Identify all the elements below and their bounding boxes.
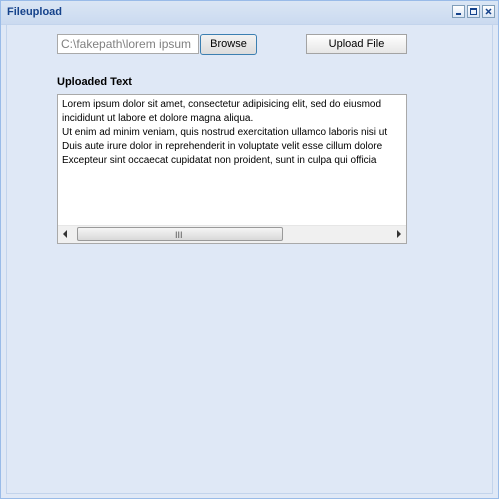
file-path-input[interactable]: C:\fakepath\lorem ipsum [57, 34, 199, 54]
uploaded-text-content: Lorem ipsum dolor sit amet, consectetur … [62, 99, 388, 166]
uploaded-text-label: Uploaded Text [57, 76, 132, 88]
scroll-right-icon[interactable] [397, 230, 401, 238]
scroll-thumb[interactable]: III [77, 227, 283, 241]
browse-button[interactable]: Browse [200, 34, 257, 55]
close-icon[interactable] [482, 5, 495, 18]
minimize-icon[interactable] [452, 5, 465, 18]
window-title: Fileupload [7, 6, 62, 18]
uploaded-text-area[interactable]: Lorem ipsum dolor sit amet, consectetur … [57, 94, 407, 244]
scroll-left-icon[interactable] [63, 230, 67, 238]
upload-file-button[interactable]: Upload File [306, 34, 407, 54]
scroll-grip: III [175, 230, 183, 240]
window-titlebar[interactable]: Fileupload [1, 1, 498, 25]
horizontal-scrollbar[interactable]: III [58, 225, 406, 243]
maximize-icon[interactable] [467, 5, 480, 18]
window-tools [452, 5, 495, 18]
